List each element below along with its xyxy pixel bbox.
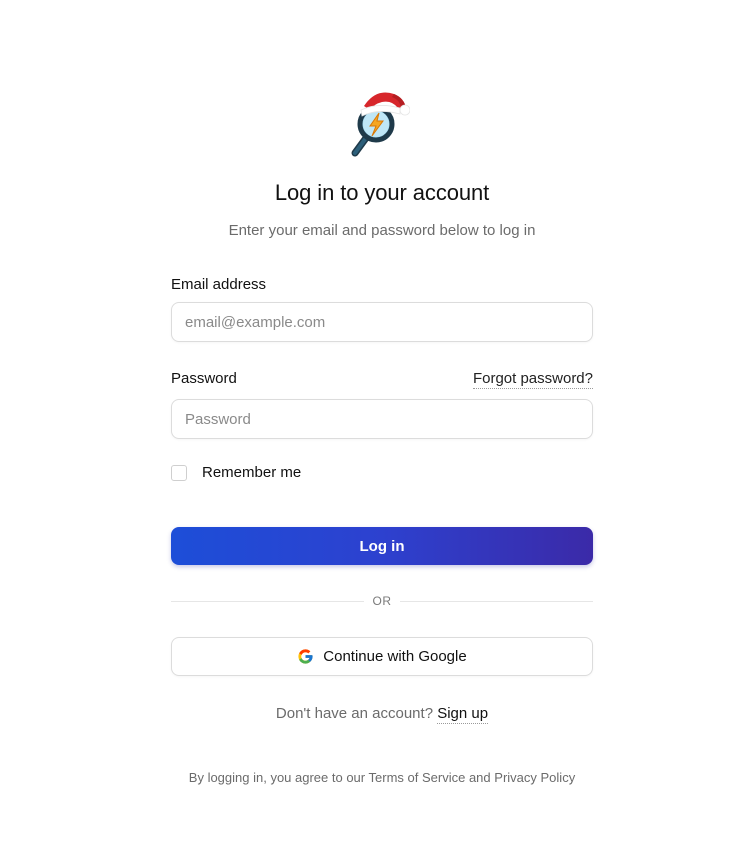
password-label: Password	[171, 370, 237, 387]
email-label: Email address	[171, 276, 267, 293]
legal-prefix: By logging in, you agree to our	[188, 770, 366, 785]
page-subtitle: Enter your email and password below to l…	[228, 222, 536, 239]
legal-notice: By logging in, you agree to our Terms of…	[0, 770, 756, 785]
login-button-label: Log in	[359, 537, 405, 555]
google-g-icon	[298, 649, 313, 664]
magnifier-lightning-santa-hat-icon	[351, 92, 410, 157]
divider-right	[400, 601, 593, 602]
login-page: Log in to your account Enter your email …	[0, 0, 756, 842]
signup-link[interactable]: Sign up	[437, 705, 489, 724]
email-placeholder: email@example.com	[185, 313, 326, 331]
remember-me-label[interactable]: Remember me	[202, 464, 301, 481]
divider-left	[171, 601, 364, 602]
remember-me-checkbox[interactable]	[171, 465, 187, 481]
password-field[interactable]: Password	[171, 399, 593, 439]
password-placeholder: Password	[185, 410, 251, 428]
signup-prompt: Don't have an account? Sign up	[0, 705, 756, 724]
legal-and: and	[468, 770, 491, 785]
email-field[interactable]: email@example.com	[171, 302, 593, 342]
google-signin-button[interactable]: Continue with Google	[171, 637, 593, 676]
signup-prompt-text: Don't have an account?	[275, 705, 434, 722]
forgot-password-link[interactable]: Forgot password?	[472, 370, 593, 389]
google-button-label: Continue with Google	[323, 648, 467, 665]
divider-or-text: OR	[372, 594, 392, 608]
privacy-policy-link[interactable]: Privacy Policy	[494, 770, 575, 785]
terms-of-service-link[interactable]: Terms of Service	[369, 770, 466, 785]
page-title: Log in to your account	[274, 180, 490, 205]
login-button[interactable]: Log in	[171, 527, 593, 565]
